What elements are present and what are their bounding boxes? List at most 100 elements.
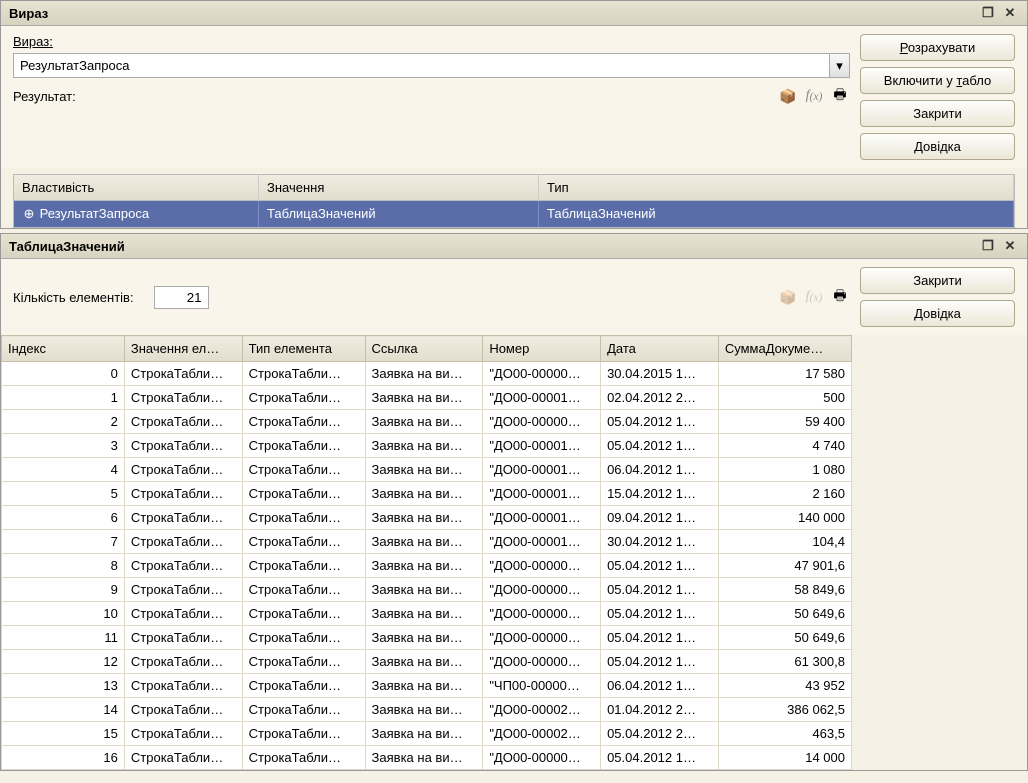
table-row[interactable]: 12СтрокаТабли…СтрокаТабли…Заявка на ви…"…	[2, 650, 852, 674]
cell-number: "ДО00-00000…	[483, 602, 601, 626]
cell-link: Заявка на ви…	[365, 674, 483, 698]
th-date[interactable]: Дата	[601, 336, 719, 362]
th-index[interactable]: Індекс	[2, 336, 125, 362]
cell-number: "ДО00-00000…	[483, 746, 601, 770]
cell-link: Заявка на ви…	[365, 506, 483, 530]
cell-number: "ДО00-00000…	[483, 410, 601, 434]
table-row[interactable]: 14СтрокаТабли…СтрокаТабли…Заявка на ви…"…	[2, 698, 852, 722]
expression-titlebar: Вираз ❐ ✕	[1, 1, 1027, 26]
cell-sum: 104,4	[718, 530, 851, 554]
th-link[interactable]: Ссылка	[365, 336, 483, 362]
cell-index: 10	[2, 602, 125, 626]
th-type[interactable]: Тип елемента	[242, 336, 365, 362]
cell-type: СтрокаТабли…	[242, 722, 365, 746]
close-icon-2[interactable]: ✕	[1001, 238, 1019, 254]
calculate-button[interactable]: Розрахувати	[860, 34, 1015, 61]
cell-number: "ДО00-00002…	[483, 698, 601, 722]
cell-link: Заявка на ви…	[365, 458, 483, 482]
table-row[interactable]: 4СтрокаТабли…СтрокаТабли…Заявка на ви…"Д…	[2, 458, 852, 482]
table-row[interactable]: 1СтрокаТабли…СтрокаТабли…Заявка на ви…"Д…	[2, 386, 852, 410]
cell-link: Заявка на ви…	[365, 650, 483, 674]
help-button-bottom[interactable]: Довідка	[860, 300, 1015, 327]
th-value[interactable]: Значення ел…	[124, 336, 242, 362]
include-panel-button[interactable]: Включити у табло	[860, 67, 1015, 94]
cell-type: СтрокаТабли…	[242, 746, 365, 770]
cell-number: "ДО00-00002…	[483, 722, 601, 746]
table-row[interactable]: 16СтрокаТабли…СтрокаТабли…Заявка на ви…"…	[2, 746, 852, 770]
cell-date: 05.04.2012 1…	[601, 746, 719, 770]
help-button-top[interactable]: Довідка	[860, 133, 1015, 160]
cell-index: 1	[2, 386, 125, 410]
cell-number: "ДО00-00000…	[483, 626, 601, 650]
table-row[interactable]: 10СтрокаТабли…СтрокаТабли…Заявка на ви…"…	[2, 602, 852, 626]
set-value-icon[interactable]: 📦	[778, 86, 798, 106]
cell-index: 4	[2, 458, 125, 482]
fx-icon[interactable]: f(x)	[804, 86, 824, 106]
cell-type: СтрокаТабли…	[242, 530, 365, 554]
close-button-top[interactable]: Закрити	[860, 100, 1015, 127]
expression-dropdown-button[interactable]: ▾	[830, 53, 850, 78]
table-row[interactable]: 6СтрокаТабли…СтрокаТабли…Заявка на ви…"Д…	[2, 506, 852, 530]
col-value[interactable]: Значення	[259, 175, 539, 200]
cell-date: 06.04.2012 1…	[601, 458, 719, 482]
cell-date: 05.04.2012 1…	[601, 410, 719, 434]
cell-number: "ДО00-00000…	[483, 362, 601, 386]
close-button-bottom[interactable]: Закрити	[860, 267, 1015, 294]
expression-label: Вираз:	[13, 34, 850, 49]
cell-index: 16	[2, 746, 125, 770]
col-property[interactable]: Властивість	[14, 175, 259, 200]
cell-link: Заявка на ви…	[365, 410, 483, 434]
cell-index: 2	[2, 410, 125, 434]
cell-date: 05.04.2012 1…	[601, 650, 719, 674]
table-row[interactable]: 11СтрокаТабли…СтрокаТабли…Заявка на ви…"…	[2, 626, 852, 650]
value-table-window: ТаблицаЗначений ❐ ✕ Кількість елементів:…	[0, 233, 1028, 771]
table-row[interactable]: 13СтрокаТабли…СтрокаТабли…Заявка на ви…"…	[2, 674, 852, 698]
table-row[interactable]: 15СтрокаТабли…СтрокаТабли…Заявка на ви…"…	[2, 722, 852, 746]
cell-type: СтрокаТабли…	[242, 650, 365, 674]
count-input[interactable]	[154, 286, 209, 309]
cell-link: Заявка на ви…	[365, 698, 483, 722]
cell-number: "ДО00-00001…	[483, 482, 601, 506]
cell-date: 05.04.2012 1…	[601, 626, 719, 650]
cell-type: СтрокаТабли…	[242, 506, 365, 530]
maximize-icon-2[interactable]: ❐	[979, 238, 997, 254]
cell-sum: 43 952	[718, 674, 851, 698]
cell-value: СтрокаТабли…	[124, 578, 242, 602]
table-row[interactable]: 7СтрокаТабли…СтрокаТабли…Заявка на ви…"Д…	[2, 530, 852, 554]
value-table-title: ТаблицаЗначений	[9, 239, 125, 254]
cell-value: СтрокаТабли…	[124, 386, 242, 410]
cell-type: СтрокаТабли…	[242, 410, 365, 434]
table-row[interactable]: 8СтрокаТабли…СтрокаТабли…Заявка на ви…"Д…	[2, 554, 852, 578]
cell-index: 6	[2, 506, 125, 530]
table-row[interactable]: 9СтрокаТабли…СтрокаТабли…Заявка на ви…"Д…	[2, 578, 852, 602]
maximize-icon[interactable]: ❐	[979, 5, 997, 21]
cell-type: СтрокаТабли…	[242, 698, 365, 722]
cell-value: СтрокаТабли…	[124, 626, 242, 650]
cell-index: 3	[2, 434, 125, 458]
table-row[interactable]: 0СтрокаТабли…СтрокаТабли…Заявка на ви…"Д…	[2, 362, 852, 386]
th-sum[interactable]: СуммаДокуме…	[718, 336, 851, 362]
table-row[interactable]: 5СтрокаТабли…СтрокаТабли…Заявка на ви…"Д…	[2, 482, 852, 506]
property-row[interactable]: ⊕ РезультатЗапроса ТаблицаЗначений Табли…	[14, 201, 1014, 227]
cell-value: СтрокаТабли…	[124, 746, 242, 770]
th-number[interactable]: Номер	[483, 336, 601, 362]
cell-sum: 14 000	[718, 746, 851, 770]
print-icon-2[interactable]: 🖶	[830, 287, 850, 307]
table-row[interactable]: 3СтрокаТабли…СтрокаТабли…Заявка на ви…"Д…	[2, 434, 852, 458]
cell-value: СтрокаТабли…	[124, 554, 242, 578]
col-type[interactable]: Тип	[539, 175, 1014, 200]
cell-sum: 500	[718, 386, 851, 410]
print-icon[interactable]: 🖶	[830, 86, 850, 106]
cell-number: "ДО00-00001…	[483, 386, 601, 410]
cell-sum: 463,5	[718, 722, 851, 746]
close-icon[interactable]: ✕	[1001, 5, 1019, 21]
cell-link: Заявка на ви…	[365, 530, 483, 554]
cell-link: Заявка на ви…	[365, 362, 483, 386]
chevron-down-icon: ▾	[836, 58, 843, 74]
expand-icon[interactable]: ⊕	[22, 206, 36, 222]
value-table-titlebar: ТаблицаЗначений ❐ ✕	[1, 234, 1027, 259]
table-row[interactable]: 2СтрокаТабли…СтрокаТабли…Заявка на ви…"Д…	[2, 410, 852, 434]
cell-date: 06.04.2012 1…	[601, 674, 719, 698]
cell-link: Заявка на ви…	[365, 434, 483, 458]
expression-input[interactable]	[13, 53, 830, 78]
